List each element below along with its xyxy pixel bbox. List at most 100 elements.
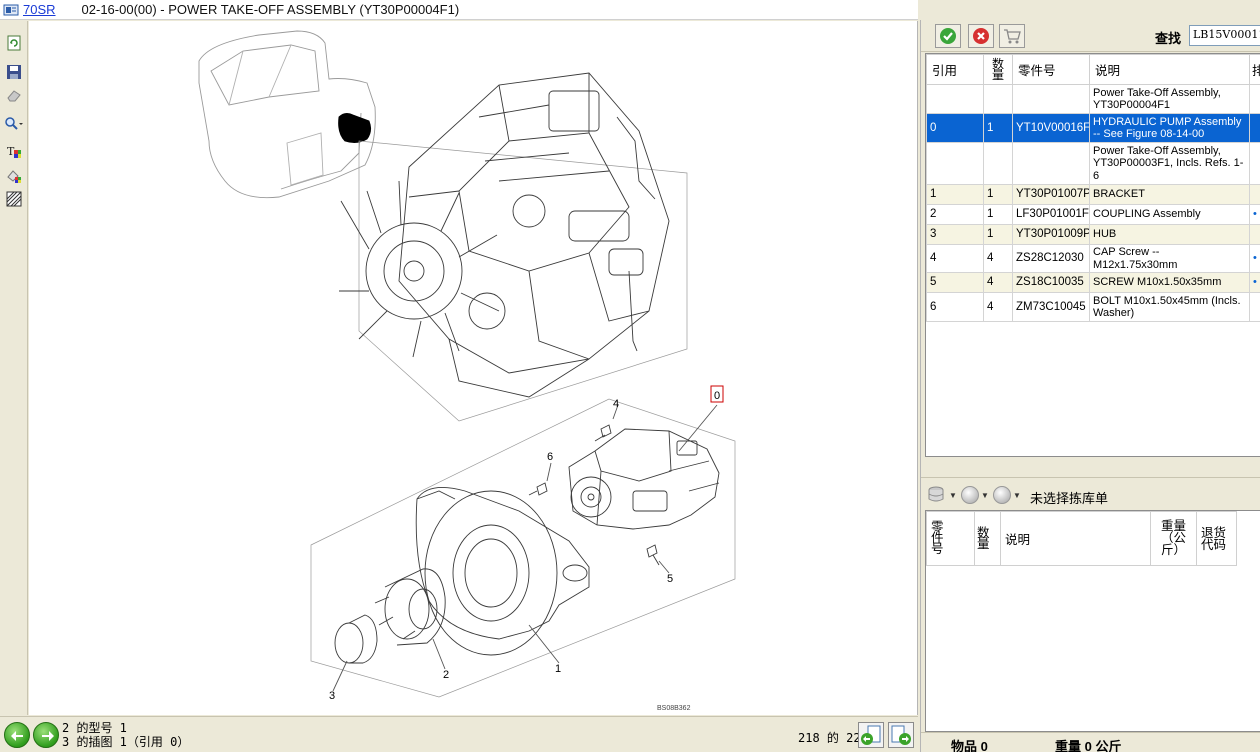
color-fill-icon	[7, 170, 21, 183]
cell-description: Power Take-Off Assembly, YT30P00004F1	[1089, 84, 1250, 114]
screw-illustration	[646, 544, 660, 566]
cell-description: COUPLING Assembly	[1089, 204, 1250, 225]
cell-description: SCREW M10x1.50x35mm	[1089, 272, 1250, 293]
column-return-code-label: 退货代码	[1201, 525, 1227, 552]
table-row[interactable]: Power Take-Off Assembly, YT30P00003F1, I…	[926, 142, 1260, 185]
bracket-illustration	[415, 486, 590, 656]
column-qty[interactable]: 数量	[983, 54, 1013, 85]
add-to-cart-button[interactable]	[999, 24, 1025, 48]
model-link[interactable]: 70SR	[23, 2, 56, 17]
save-icon	[7, 65, 21, 79]
panel-splitter[interactable]	[921, 460, 1260, 478]
cart-icon	[1004, 29, 1021, 44]
cell-ref	[926, 142, 984, 185]
cancel-button[interactable]	[968, 24, 994, 48]
callout-0[interactable]: 0	[714, 390, 720, 402]
cell-mark	[1249, 184, 1260, 205]
parts-table: 引用 数量 零件号 说明 排 Power Take-Off Assembly, …	[926, 54, 1260, 322]
callout-5[interactable]: 5	[667, 573, 673, 585]
text-color-button[interactable]: T	[4, 143, 24, 161]
callout-1[interactable]: 1	[555, 663, 561, 675]
pick-list-menu-button[interactable]: ▼	[927, 484, 957, 506]
table-row[interactable]: Power Take-Off Assembly, YT30P00004F1	[926, 84, 1260, 114]
color-fill-button[interactable]	[4, 167, 24, 185]
cell-qty: 4	[983, 244, 1013, 273]
page-count: 218 的 22	[798, 731, 861, 745]
callout-4[interactable]: 4	[613, 398, 619, 410]
previous-button[interactable]	[4, 722, 30, 748]
column-description[interactable]: 说明	[1000, 511, 1151, 566]
column-return-code[interactable]: 退货代码	[1196, 511, 1237, 566]
column-description[interactable]: 说明	[1089, 54, 1250, 85]
exploded-view-drawing[interactable]: 0 1 2 3 4 5 6 BS08B362	[29, 21, 918, 715]
next-page-button[interactable]	[888, 722, 914, 748]
text-color-icon: T	[7, 145, 21, 158]
next-button[interactable]	[33, 722, 59, 748]
drawing-toolbar: T	[0, 21, 28, 715]
refresh-button[interactable]	[4, 34, 24, 52]
parts-table-container: 引用 数量 零件号 说明 排 Power Take-Off Assembly, …	[925, 53, 1260, 457]
cell-mark: •	[1249, 244, 1260, 273]
search-input[interactable]: LB15V00011S0	[1189, 25, 1260, 46]
close-icon	[973, 28, 989, 44]
column-weight[interactable]: 重量（公斤）	[1150, 511, 1197, 566]
column-part-number[interactable]: 零件号	[926, 511, 975, 566]
check-icon	[940, 28, 956, 44]
page-back-icon	[861, 725, 881, 745]
table-row[interactable]: 1 1 YT30P01007P1 BRACKET	[926, 184, 1260, 205]
table-row[interactable]: 6 4 ZM73C10045 BOLT M10x1.50x45mm (Incls…	[926, 292, 1260, 322]
column-part-number-label: 零件号	[931, 520, 944, 556]
eraser-icon	[7, 90, 21, 102]
cell-ref: 6	[926, 292, 984, 322]
pattern-icon	[6, 191, 22, 207]
cell-mark	[1249, 292, 1260, 322]
previous-page-button[interactable]	[858, 722, 884, 748]
cell-description: BOLT M10x1.50x45mm (Incls. Washer)	[1089, 292, 1250, 322]
confirm-button[interactable]	[935, 24, 961, 48]
page-forward-icon	[891, 725, 911, 745]
column-extra[interactable]: 排	[1249, 54, 1260, 85]
cell-qty: 1	[983, 184, 1013, 205]
cell-qty: 1	[983, 204, 1013, 225]
cell-part-number: YT10V00016F1	[1012, 113, 1090, 143]
refresh-circle-icon	[961, 486, 979, 504]
cell-description: Power Take-Off Assembly, YT30P00003F1, I…	[1089, 142, 1250, 185]
table-row[interactable]: 3 1 YT30P01009P1 HUB	[926, 224, 1260, 245]
column-ref[interactable]: 引用	[926, 54, 984, 85]
cell-mark: •	[1249, 272, 1260, 293]
cell-ref: 3	[926, 224, 984, 245]
hub-illustration	[334, 614, 378, 664]
pick-list-refresh-button[interactable]: ▼	[961, 484, 989, 506]
cell-part-number: LF30P01001F1	[1012, 204, 1090, 225]
cell-mark	[1249, 224, 1260, 245]
cell-qty: 1	[983, 224, 1013, 245]
callout-2[interactable]: 2	[443, 669, 449, 681]
table-row[interactable]: 2 1 LF30P01001F1 COUPLING Assembly •	[926, 204, 1260, 225]
pick-list-table: 零件号 数量 说明 重量（公斤） 退货代码	[926, 511, 1237, 566]
cell-mark	[1249, 142, 1260, 185]
zoom-icon	[5, 117, 23, 130]
column-qty-label: 数量	[991, 56, 1004, 82]
parts-toolbar: 查找 LB15V00011S0	[921, 20, 1260, 52]
table-row[interactable]: 5 4 ZS18C10035 SCREW M10x1.50x35mm •	[926, 272, 1260, 293]
pick-list-toolbar: ▼ ▼ ▼ 未选择拣库单	[921, 480, 1260, 510]
model-status-line: 2 的型号 1	[62, 721, 127, 735]
pick-list-container: 零件号 数量 说明 重量（公斤） 退货代码	[925, 510, 1260, 732]
pattern-button[interactable]	[4, 190, 24, 208]
callout-6[interactable]: 6	[547, 451, 553, 463]
erase-button[interactable]	[4, 86, 24, 104]
zoom-button[interactable]	[4, 115, 24, 133]
cell-description: BRACKET	[1089, 184, 1250, 205]
cell-ref	[926, 84, 984, 114]
pick-list-header: 零件号 数量 说明 重量（公斤） 退货代码	[926, 511, 1237, 566]
chevron-down-icon: ▼	[981, 490, 989, 500]
column-qty[interactable]: 数量	[974, 511, 1001, 566]
callout-3[interactable]: 3	[329, 690, 335, 702]
save-button[interactable]	[4, 63, 24, 81]
cell-mark	[1249, 113, 1260, 143]
table-row[interactable]: 4 4 ZS28C12030 CAP Screw -- M12x1.75x30m…	[926, 244, 1260, 273]
cap-screw-illustration	[594, 424, 612, 442]
table-row-selected[interactable]: 0 1 YT10V00016F1 HYDRAULIC PUMP Assembly…	[926, 113, 1260, 143]
pick-list-add-button[interactable]: ▼	[993, 484, 1021, 506]
column-part-number[interactable]: 零件号	[1012, 54, 1090, 85]
